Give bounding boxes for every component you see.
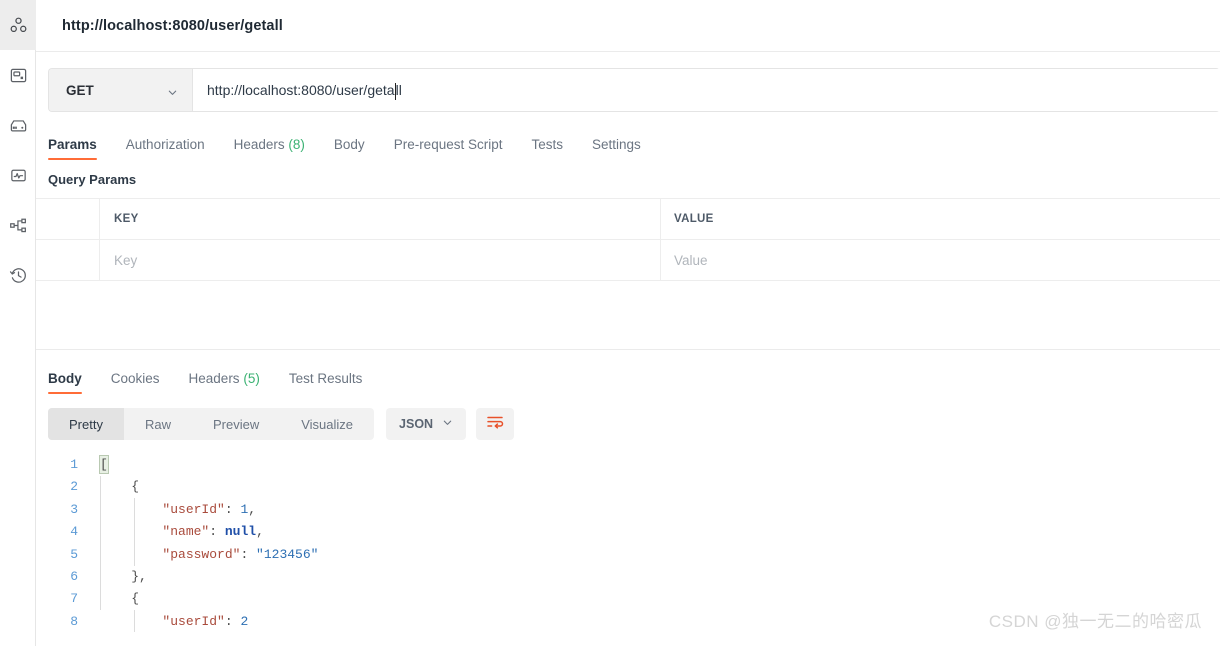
- line-number: 3: [70, 501, 78, 517]
- table-header-key: KEY: [100, 199, 661, 239]
- code-line: "password": "123456": [162, 546, 319, 562]
- response-format-label: JSON: [399, 417, 434, 431]
- query-params-table: KEY VALUE Key Value: [36, 198, 1220, 281]
- page-title: http://localhost:8080/user/getall: [62, 17, 283, 34]
- tab-response-cookies-label: Cookies: [110, 371, 160, 386]
- response-body-viewer[interactable]: 1 2 3 4 5 6 7 8 [ { "userId": 1, "name":…: [36, 454, 1220, 646]
- sidebar-item-apis[interactable]: [0, 50, 36, 100]
- tab-authorization-label: Authorization: [125, 137, 205, 152]
- environments-icon: [9, 116, 28, 135]
- view-mode-pretty[interactable]: Pretty: [48, 408, 124, 440]
- request-titlebar: http://localhost:8080/user/getall: [36, 0, 1220, 52]
- request-tabs: Params Authorization Headers (8) Body Pr…: [36, 128, 1220, 160]
- chevron-down-icon: [442, 415, 453, 433]
- param-value-placeholder: Value: [674, 252, 708, 268]
- tab-response-headers[interactable]: Headers (5): [189, 371, 260, 394]
- flows-icon: [9, 216, 28, 235]
- tab-params[interactable]: Params: [48, 137, 97, 160]
- request-pane-filler: [36, 281, 1220, 349]
- code-line: {: [131, 591, 140, 607]
- monitors-icon: [9, 166, 28, 185]
- view-mode-visualize[interactable]: Visualize: [280, 408, 374, 440]
- line-number-gutter: 1 2 3 4 5 6 7 8: [36, 454, 88, 646]
- line-number: 1: [70, 457, 78, 472]
- table-header-row: KEY VALUE: [36, 199, 1220, 240]
- tab-response-body-label: Body: [48, 371, 82, 386]
- sidebar-item-environments[interactable]: [0, 100, 36, 150]
- tab-response-body[interactable]: Body: [48, 371, 82, 394]
- url-bar: GET http://localhost:8080/user/geta ll: [48, 68, 1220, 112]
- tab-response-headers-count: (5): [243, 371, 260, 386]
- code-line: [: [99, 455, 109, 474]
- tab-headers-count: (8): [288, 137, 305, 152]
- tab-tests[interactable]: Tests: [531, 137, 563, 160]
- code-line: "userId": 1,: [162, 501, 257, 517]
- url-text-before-caret: http://localhost:8080/user/geta: [207, 82, 395, 98]
- tab-settings-label: Settings: [592, 137, 641, 152]
- collections-icon: [9, 16, 28, 35]
- tab-pre-request-script[interactable]: Pre-request Script: [394, 137, 503, 160]
- tab-authorization[interactable]: Authorization: [126, 137, 205, 160]
- main-area: http://localhost:8080/user/getall GET ht…: [36, 0, 1220, 646]
- tab-params-label: Params: [48, 137, 97, 152]
- line-number: 6: [70, 569, 78, 585]
- tab-response-cookies[interactable]: Cookies: [111, 371, 160, 394]
- table-header-checkbox-cell: [36, 199, 100, 239]
- tab-body-label: Body: [333, 137, 365, 152]
- param-key-input[interactable]: Key: [100, 240, 661, 280]
- postman-window: http://localhost:8080/user/getall GET ht…: [0, 0, 1220, 646]
- table-row: Key Value: [36, 240, 1220, 281]
- code-line: {: [131, 479, 140, 495]
- tab-settings[interactable]: Settings: [592, 137, 641, 160]
- history-icon: [9, 266, 28, 285]
- left-sidebar: [0, 0, 36, 646]
- tab-headers[interactable]: Headers (8): [234, 137, 305, 160]
- wrap-text-button[interactable]: [476, 408, 515, 440]
- code-line: "name": null,: [162, 524, 264, 540]
- wrap-text-icon: [486, 414, 504, 435]
- response-body-code: [ { "userId": 1, "name": null, "password…: [88, 454, 1220, 646]
- code-line: },: [131, 568, 147, 584]
- query-params-title: Query Params: [48, 172, 137, 187]
- response-pane: Body Cookies Headers (5) Test Results Pr…: [36, 350, 1220, 646]
- param-key-placeholder: Key: [114, 252, 138, 268]
- tab-test-results-label: Test Results: [288, 371, 363, 386]
- indent-guide: [134, 610, 135, 632]
- sidebar-item-flows[interactable]: [0, 200, 36, 250]
- tab-test-results[interactable]: Test Results: [289, 371, 363, 394]
- line-number: 4: [70, 524, 78, 540]
- response-view-toolbar: Pretty Raw Preview Visualize JSON: [36, 408, 1220, 440]
- tab-body[interactable]: Body: [334, 137, 365, 160]
- indent-guide: [134, 498, 135, 566]
- url-input[interactable]: http://localhost:8080/user/geta ll: [193, 69, 1220, 111]
- http-method-dropdown[interactable]: GET: [49, 69, 193, 111]
- view-mode-preview[interactable]: Preview: [192, 408, 280, 440]
- line-number: 8: [70, 613, 78, 629]
- table-header-value: VALUE: [674, 213, 714, 225]
- tab-response-headers-label: Headers: [188, 371, 240, 386]
- code-line: "userId": 2: [162, 613, 249, 629]
- line-number: 2: [70, 479, 78, 495]
- tab-headers-label: Headers: [233, 137, 285, 152]
- http-method-label: GET: [66, 82, 94, 98]
- row-checkbox-cell[interactable]: [36, 240, 100, 280]
- response-tabs: Body Cookies Headers (5) Test Results: [36, 360, 1220, 394]
- indent-guide: [100, 476, 101, 610]
- tab-tests-label: Tests: [531, 137, 563, 152]
- url-text-after-caret: ll: [395, 82, 402, 98]
- tab-pre-request-script-label: Pre-request Script: [393, 137, 503, 152]
- sidebar-item-monitors[interactable]: [0, 150, 36, 200]
- line-number: 5: [70, 546, 78, 562]
- chevron-down-icon: [167, 85, 178, 96]
- apis-icon: [9, 66, 28, 85]
- sidebar-item-collections[interactable]: [0, 0, 36, 50]
- sidebar-item-history[interactable]: [0, 250, 36, 300]
- line-number: 7: [70, 591, 78, 607]
- response-view-mode-group: Pretty Raw Preview Visualize: [48, 408, 375, 440]
- param-value-input[interactable]: Value: [661, 240, 1220, 280]
- response-format-dropdown[interactable]: JSON: [386, 408, 467, 440]
- view-mode-raw[interactable]: Raw: [124, 408, 192, 440]
